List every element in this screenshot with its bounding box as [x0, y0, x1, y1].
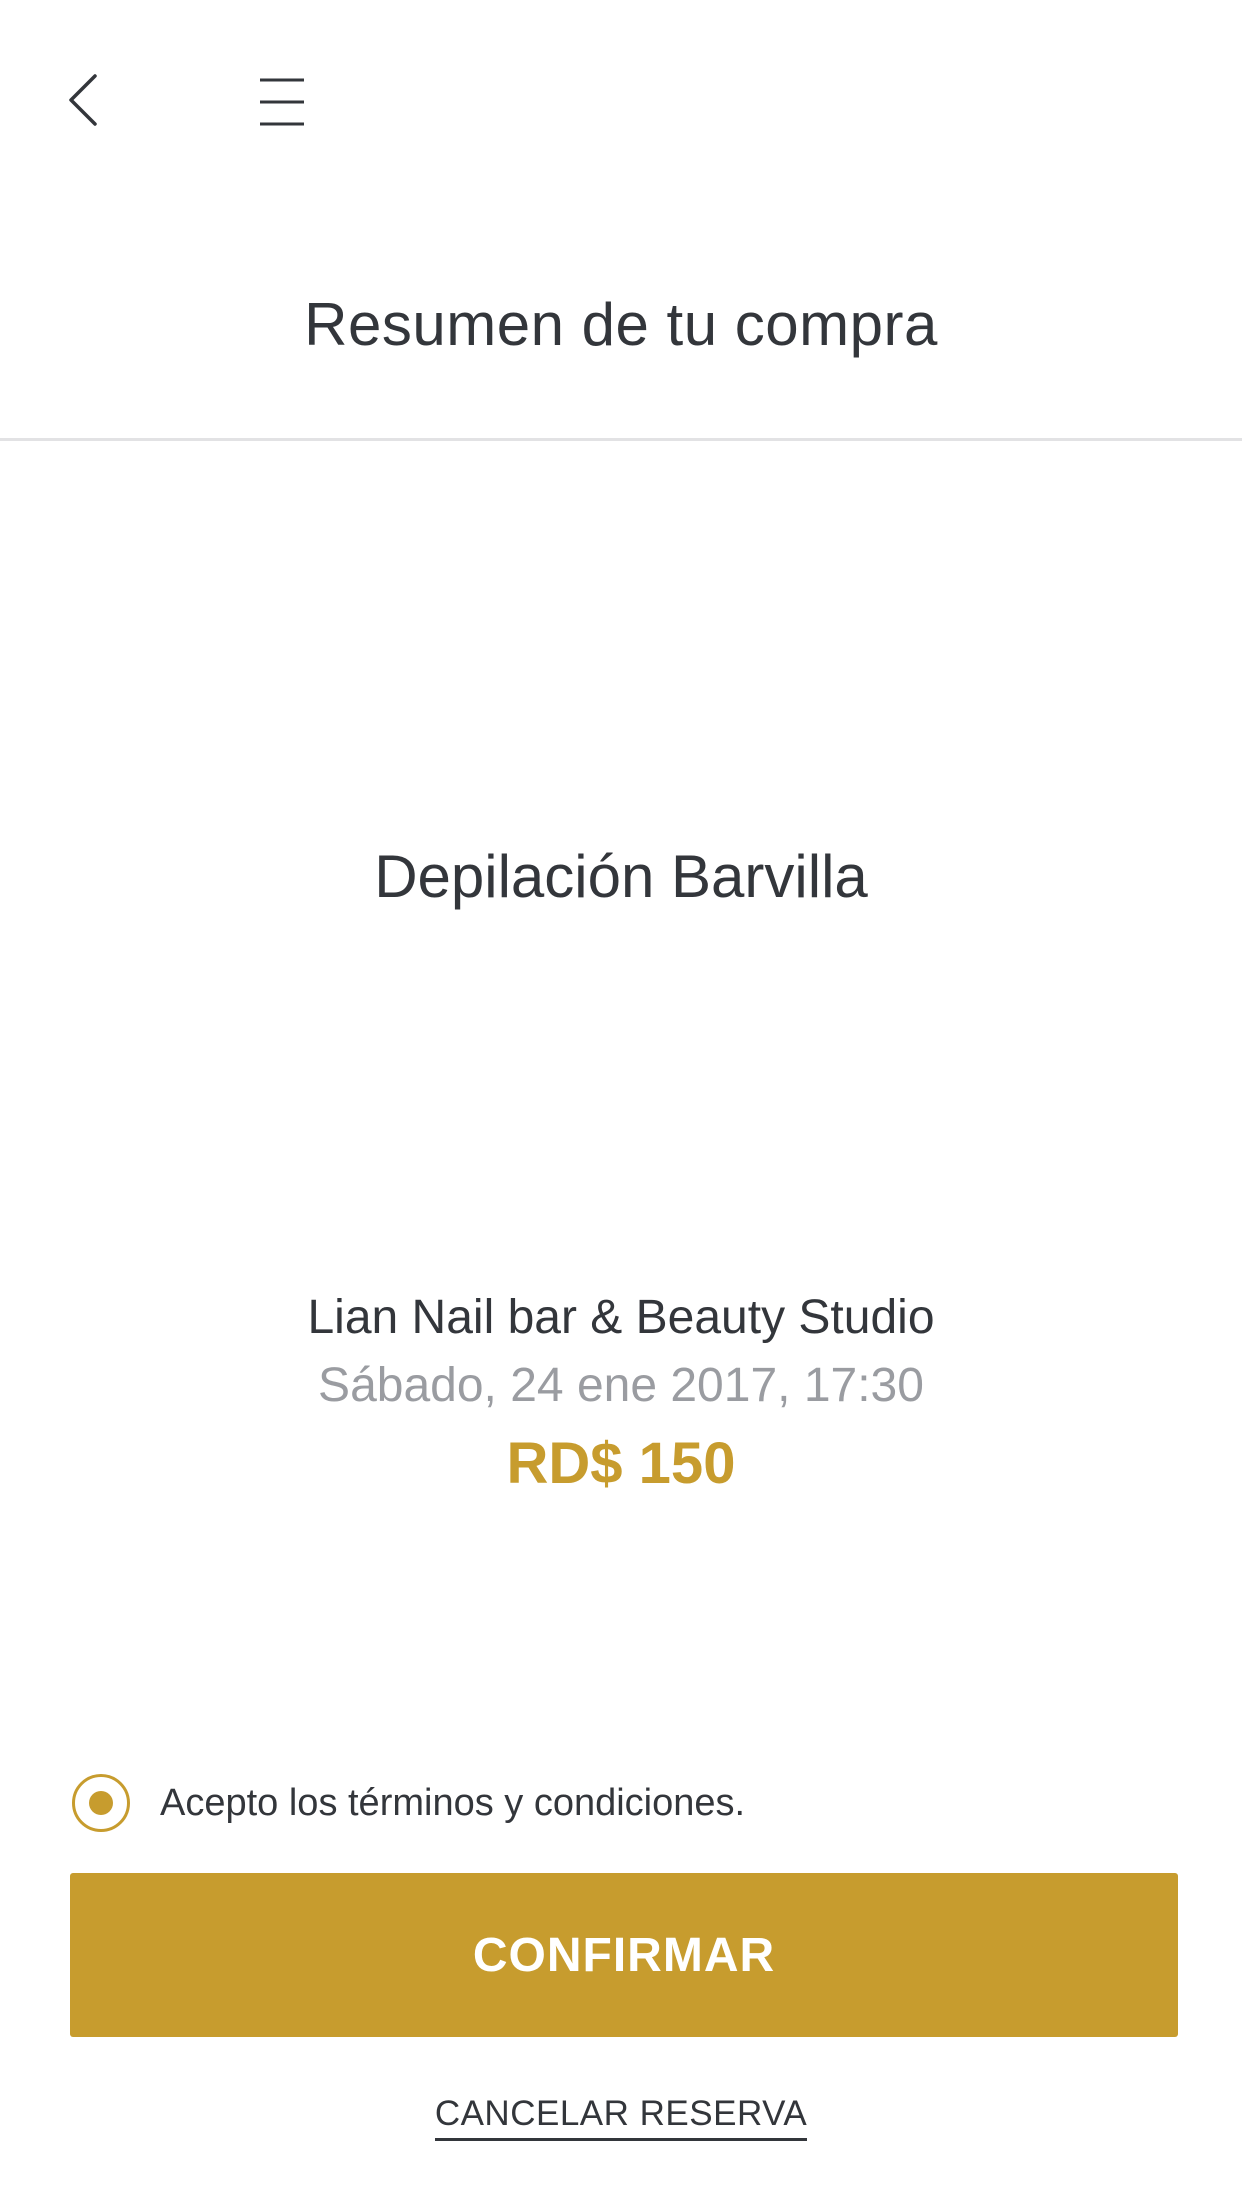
- terms-label: Acepto los términos y condiciones.: [160, 1781, 746, 1824]
- header-divider: [0, 438, 1242, 441]
- confirm-button[interactable]: CONFIRMAR: [70, 1873, 1178, 2037]
- page-title: Resumen de tu compra: [304, 291, 938, 358]
- studio-name: Lian Nail bar & Beauty Studio: [307, 1291, 935, 1344]
- chevron-left-icon: [69, 74, 97, 126]
- appointment-datetime: Sábado, 24 ene 2017, 17:30: [318, 1359, 924, 1412]
- terms-radio[interactable]: [72, 1774, 130, 1832]
- back-button[interactable]: [48, 60, 118, 140]
- price: RD$ 150: [506, 1431, 736, 1496]
- cancel-booking-link[interactable]: CANCELAR RESERVA: [0, 2094, 1242, 2141]
- terms-checkbox-row[interactable]: Acepto los términos y condiciones.: [72, 1770, 745, 1836]
- service-name: Depilación Barvilla: [374, 843, 868, 910]
- purchase-summary-screen: Resumen de tu compra Depilación Barvilla…: [0, 0, 1242, 2208]
- radio-selected-dot: [89, 1791, 113, 1815]
- menu-button[interactable]: [240, 60, 324, 144]
- cancel-booking-label: CANCELAR RESERVA: [434, 2094, 808, 2141]
- top-bar: [0, 0, 1242, 200]
- hamburger-menu-icon: [260, 78, 304, 126]
